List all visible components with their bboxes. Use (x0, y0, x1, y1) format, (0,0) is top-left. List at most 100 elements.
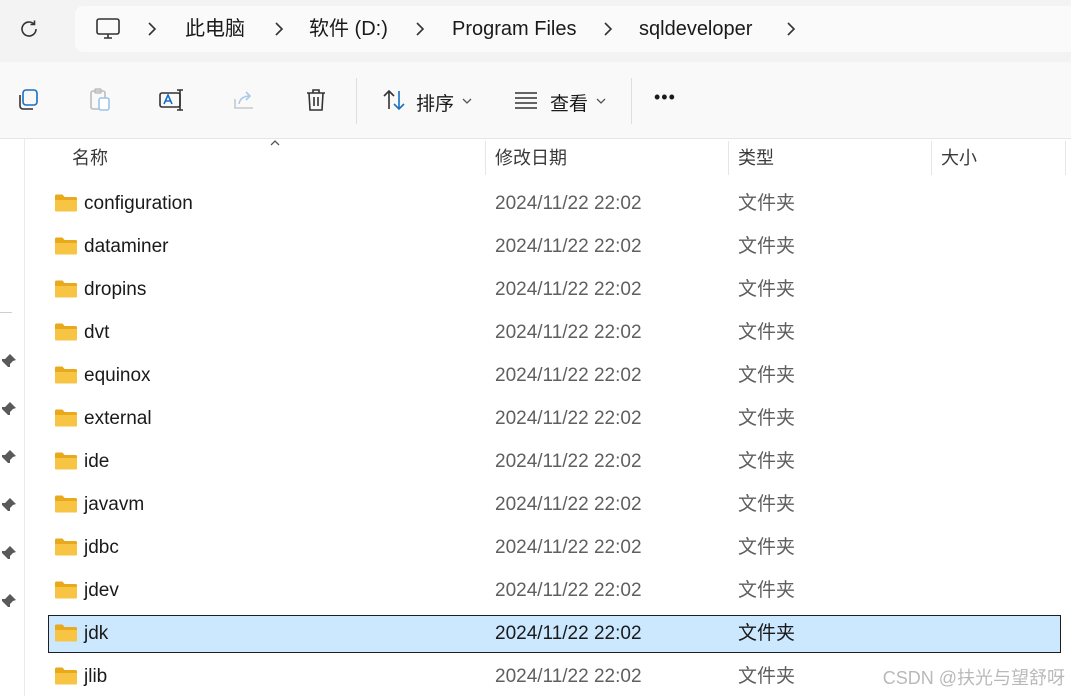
pin-icon[interactable] (1, 497, 17, 513)
copy-icon (19, 89, 38, 110)
chevron-down-icon[interactable] (461, 97, 473, 105)
watermark: CSDN @扶光与望舒呀 (882, 668, 1065, 688)
file-row[interactable]: jdev 2024/11/22 22:02 文件夹 (48, 572, 1061, 610)
file-row[interactable]: javavm 2024/11/22 22:02 文件夹 (48, 486, 1061, 524)
file-row[interactable]: dropins 2024/11/22 22:02 文件夹 (48, 271, 1061, 309)
column-header-size[interactable]: 大小 (941, 139, 977, 177)
share-icon (234, 91, 253, 109)
column-header-name[interactable]: 名称 (72, 139, 108, 177)
file-name[interactable]: dropins (84, 271, 146, 309)
file-name[interactable]: equinox (84, 357, 151, 395)
file-type: 文件夹 (738, 666, 796, 687)
file-type: 文件夹 (738, 494, 796, 515)
column-header-date[interactable]: 修改日期 (495, 139, 567, 177)
file-date-modified: 2024/11/22 22:02 (495, 322, 642, 343)
column-header-type[interactable]: 类型 (738, 139, 774, 177)
file-name[interactable]: jdev (84, 572, 119, 610)
pin-icon[interactable] (1, 353, 17, 369)
breadcrumb-drive-d[interactable]: 软件 (D:) (309, 6, 388, 52)
column-divider[interactable] (931, 141, 932, 175)
file-date-modified: 2024/11/22 22:02 (495, 236, 642, 257)
file-row[interactable]: dvt 2024/11/22 22:02 文件夹 (48, 314, 1061, 352)
file-date-modified: 2024/11/22 22:02 (495, 408, 642, 429)
file-type: 文件夹 (738, 537, 796, 558)
refresh-icon (21, 20, 37, 37)
file-name[interactable]: external (84, 400, 152, 438)
breadcrumb-sqldeveloper[interactable]: sqldeveloper (639, 6, 752, 52)
file-type: 文件夹 (738, 365, 796, 386)
file-row-selected[interactable]: jdk 2024/11/22 22:02 文件夹 (48, 615, 1061, 653)
folder-icon (54, 365, 78, 385)
sort-button[interactable]: 排序 (416, 89, 454, 116)
file-name[interactable]: jdbc (84, 529, 119, 567)
folder-icon (54, 494, 78, 514)
this-pc-icon[interactable] (95, 17, 121, 41)
file-type: 文件夹 (738, 408, 796, 429)
copy-button[interactable] (14, 86, 42, 114)
navigation-pane-edge (0, 139, 25, 696)
file-date-modified: 2024/11/22 22:02 (495, 666, 642, 687)
column-divider[interactable] (485, 141, 486, 175)
file-name[interactable]: javavm (84, 486, 144, 524)
chevron-right-icon[interactable] (145, 21, 159, 37)
file-row[interactable]: ide 2024/11/22 22:02 文件夹 (48, 443, 1061, 481)
folder-icon (54, 623, 78, 643)
file-date-modified: 2024/11/22 22:02 (495, 365, 642, 386)
file-name[interactable]: jdk (84, 615, 108, 653)
file-type: 文件夹 (738, 279, 796, 300)
chevron-right-icon[interactable] (413, 21, 427, 37)
folder-icon (54, 236, 78, 256)
address-bar[interactable]: 此电脑 软件 (D:) Program Files sqldeveloper (75, 6, 1071, 52)
toolbar-divider (356, 78, 357, 124)
file-row[interactable]: equinox 2024/11/22 22:02 文件夹 (48, 357, 1061, 395)
folder-icon (54, 666, 78, 686)
pin-icon[interactable] (1, 449, 17, 465)
folder-icon (54, 279, 78, 299)
share-button[interactable] (230, 86, 258, 114)
file-row[interactable]: configuration 2024/11/22 22:02 文件夹 (48, 185, 1061, 223)
chevron-down-icon[interactable] (595, 97, 607, 105)
file-row[interactable]: jdbc 2024/11/22 22:02 文件夹 (48, 529, 1061, 567)
file-name[interactable]: dataminer (84, 228, 169, 266)
file-date-modified: 2024/11/22 22:02 (495, 494, 642, 515)
more-options-button[interactable]: ••• (654, 87, 676, 108)
pin-icon[interactable] (1, 545, 17, 561)
delete-button[interactable] (302, 86, 330, 114)
file-row[interactable]: external 2024/11/22 22:02 文件夹 (48, 400, 1061, 438)
file-row[interactable]: dataminer 2024/11/22 22:02 文件夹 (48, 228, 1061, 266)
pin-icon[interactable] (1, 593, 17, 609)
folder-icon (54, 451, 78, 471)
column-divider[interactable] (728, 141, 729, 175)
folder-icon (54, 193, 78, 213)
file-name[interactable]: dvt (84, 314, 109, 352)
file-date-modified: 2024/11/22 22:02 (495, 537, 642, 558)
rename-button[interactable] (158, 86, 186, 114)
chevron-right-icon[interactable] (784, 21, 798, 37)
view-button[interactable]: 查看 (550, 89, 588, 116)
file-name[interactable]: ide (84, 443, 109, 481)
file-type: 文件夹 (738, 623, 796, 644)
chevron-right-icon[interactable] (272, 21, 286, 37)
file-name[interactable]: jlib (84, 658, 107, 696)
folder-icon (54, 322, 78, 342)
pin-icon[interactable] (1, 401, 17, 417)
file-date-modified: 2024/11/22 22:02 (495, 279, 642, 300)
view-icon-wrap[interactable] (512, 86, 540, 114)
view-list-icon (515, 92, 537, 109)
file-type: 文件夹 (738, 193, 796, 214)
breadcrumb-this-pc[interactable]: 此电脑 (185, 6, 245, 52)
sort-icon-wrap[interactable] (380, 86, 408, 114)
column-divider[interactable] (1065, 141, 1066, 175)
breadcrumb-program-files[interactable]: Program Files (452, 6, 576, 52)
pane-divider (0, 312, 12, 313)
file-type: 文件夹 (738, 580, 796, 601)
paste-button[interactable] (86, 86, 114, 114)
command-bar: 排序 查看 ••• (0, 62, 1071, 139)
toolbar-divider (631, 78, 632, 124)
file-date-modified: 2024/11/22 22:02 (495, 451, 642, 472)
chevron-right-icon[interactable] (601, 21, 615, 37)
trash-icon (307, 89, 325, 111)
refresh-button[interactable] (14, 14, 44, 44)
rename-icon (159, 89, 183, 111)
file-name[interactable]: configuration (84, 185, 193, 223)
